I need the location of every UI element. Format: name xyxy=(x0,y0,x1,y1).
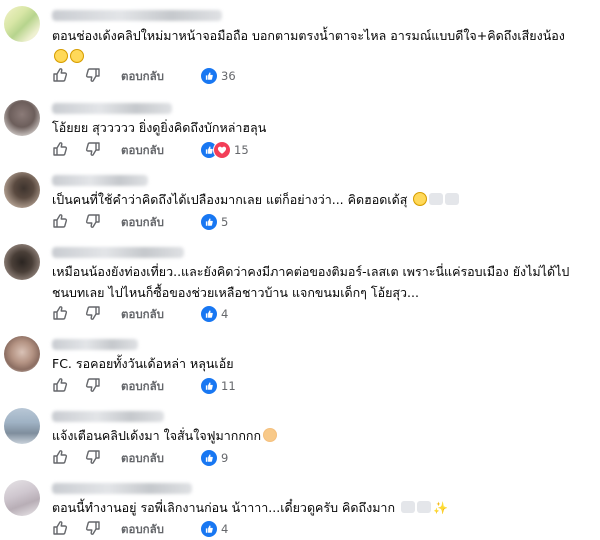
reaction-summary[interactable]: 4 xyxy=(200,519,229,538)
comment-text: ตอนนี้ทำงานอยู่ รอพี่เลิกงานก่อน น้าาาา.… xyxy=(52,497,592,519)
commenter-name-blurred[interactable] xyxy=(52,247,184,258)
like-reaction-icon xyxy=(200,66,218,85)
emoji-icon xyxy=(417,501,432,513)
comment-actions: ตอบกลับ 9 xyxy=(52,448,592,468)
comment-actions: ตอบกลับ 4 xyxy=(52,304,592,324)
avatar[interactable] xyxy=(4,336,40,372)
comment-actions: ตอบกลับ 11 xyxy=(52,376,592,396)
comment-text: แจ้งเตือนคลิปเด้งมา ใจสั่นใจฟูมากกกก xyxy=(52,425,592,446)
comment-item: FC. รอคอยทั้งวันเด้อหล่า หลุนเอ้ย ตอบกลั… xyxy=(0,326,600,398)
comment-body: แจ้งเตือนคลิปเด้งมา ใจสั่นใจฟูมากกกก xyxy=(52,428,262,443)
clapping-hands-emoji-icon xyxy=(263,428,278,442)
reply-button[interactable]: ตอบกลับ xyxy=(121,521,164,539)
comment-text: เหมือนน้องยังท่องเที่ยว..และยังคิดว่าคงม… xyxy=(52,261,592,303)
comment-actions: ตอบกลับ 4 xyxy=(52,519,592,539)
reaction-count: 36 xyxy=(221,68,236,83)
comment-body: เหมือนน้องยังท่องเที่ยว..และยังคิดว่าคงม… xyxy=(52,264,570,300)
reply-button[interactable]: ตอบกลับ xyxy=(121,450,164,468)
comment-item: แจ้งเตือนคลิปเด้งมา ใจสั่นใจฟูมากกกก ตอบ… xyxy=(0,398,600,470)
reply-button[interactable]: ตอบกลับ xyxy=(121,68,164,86)
emoji-icon xyxy=(401,501,416,513)
reaction-summary[interactable]: 5 xyxy=(200,212,229,231)
comment-text: ตอนช่องเด้งคลิปใหม่มาหน้าจอมือถือ บอกตาม… xyxy=(52,25,592,67)
sparkles-emoji-icon: ✨ xyxy=(433,501,448,515)
sad-face-emoji-icon xyxy=(54,49,68,63)
comment-actions: ตอบกลับ 36 xyxy=(52,66,592,86)
like-reaction-icon xyxy=(200,376,218,395)
love-reaction-icon xyxy=(213,140,231,159)
commenter-name-blurred[interactable] xyxy=(52,483,192,494)
comment-item: ตอนนี้ทำงานอยู่ รอพี่เลิกงานก่อน น้าาาา.… xyxy=(0,470,600,539)
emoji-icon xyxy=(445,193,460,205)
like-reaction-icon xyxy=(200,448,218,467)
thumbs-up-icon[interactable] xyxy=(52,141,68,157)
avatar[interactable] xyxy=(4,408,40,444)
thumbs-up-icon[interactable] xyxy=(52,449,68,465)
thumbs-down-icon[interactable] xyxy=(85,449,101,465)
sad-face-emoji-icon xyxy=(413,192,428,206)
reaction-summary[interactable]: 9 xyxy=(200,448,229,467)
comment-body: ตอนช่องเด้งคลิปใหม่มาหน้าจอมือถือ บอกตาม… xyxy=(52,28,565,43)
comment-actions: ตอบกลับ 15 xyxy=(52,140,592,160)
thumbs-down-icon[interactable] xyxy=(85,305,101,321)
comment-body: เป็นคนที่ใช้คำว่าคิดถึงได้เปลืองมากเลย แ… xyxy=(52,192,408,207)
reply-button[interactable]: ตอบกลับ xyxy=(121,378,164,396)
comment-text: FC. รอคอยทั้งวันเด้อหล่า หลุนเอ้ย xyxy=(52,353,592,374)
commenter-name-blurred[interactable] xyxy=(52,411,164,422)
like-reaction-icon xyxy=(200,519,218,538)
avatar[interactable] xyxy=(4,172,40,208)
thumbs-up-icon[interactable] xyxy=(52,67,68,83)
reaction-summary[interactable]: 11 xyxy=(200,376,236,395)
comment-body: ตอนนี้ทำงานอยู่ รอพี่เลิกงานก่อน น้าาาา.… xyxy=(52,500,396,515)
avatar[interactable] xyxy=(4,100,40,136)
reaction-count: 5 xyxy=(221,214,229,229)
reaction-count: 4 xyxy=(221,521,229,536)
comment-actions: ตอบกลับ 5 xyxy=(52,212,592,232)
thumbs-down-icon[interactable] xyxy=(85,520,101,536)
thumbs-up-icon[interactable] xyxy=(52,520,68,536)
comment-body: โอ้ยยย สุววววว ยิ่งดูยิ่งคิดถึงบักหล่าฮล… xyxy=(52,120,267,135)
comment-item: เหมือนน้องยังท่องเที่ยว..และยังคิดว่าคงม… xyxy=(0,234,600,326)
commenter-name-blurred[interactable] xyxy=(52,10,222,21)
avatar[interactable] xyxy=(4,244,40,280)
like-reaction-icon xyxy=(200,212,218,231)
reply-button[interactable]: ตอบกลับ xyxy=(121,214,164,232)
comment-item: เป็นคนที่ใช้คำว่าคิดถึงได้เปลืองมากเลย แ… xyxy=(0,162,600,234)
reply-button[interactable]: ตอบกลับ xyxy=(121,142,164,160)
reaction-count: 15 xyxy=(234,142,249,157)
reaction-count: 4 xyxy=(221,306,229,321)
comment-text: เป็นคนที่ใช้คำว่าคิดถึงได้เปลืองมากเลย แ… xyxy=(52,189,592,210)
thumbs-down-icon[interactable] xyxy=(85,377,101,393)
thumbs-down-icon[interactable] xyxy=(85,213,101,229)
emoji-icon xyxy=(429,193,444,205)
comment-item: โอ้ยยย สุววววว ยิ่งดูยิ่งคิดถึงบักหล่าฮล… xyxy=(0,90,600,162)
avatar[interactable] xyxy=(4,6,40,42)
reply-button[interactable]: ตอบกลับ xyxy=(121,306,164,324)
reaction-summary[interactable]: 36 xyxy=(200,66,236,85)
thumbs-up-icon[interactable] xyxy=(52,213,68,229)
reaction-summary[interactable]: 4 xyxy=(200,304,229,323)
thumbs-down-icon[interactable] xyxy=(85,141,101,157)
thumbs-up-icon[interactable] xyxy=(52,377,68,393)
comment-body: FC. รอคอยทั้งวันเด้อหล่า หลุนเอ้ย xyxy=(52,356,234,371)
commenter-name-blurred[interactable] xyxy=(52,103,172,114)
reaction-summary[interactable]: 15 xyxy=(200,140,249,159)
comment-item: ตอนช่องเด้งคลิปใหม่มาหน้าจอมือถือ บอกตาม… xyxy=(0,0,600,90)
commenter-name-blurred[interactable] xyxy=(52,175,148,186)
thumbs-down-icon[interactable] xyxy=(85,67,101,83)
commenter-name-blurred[interactable] xyxy=(52,339,138,350)
avatar[interactable] xyxy=(4,480,40,516)
like-reaction-icon xyxy=(200,304,218,323)
reaction-count: 9 xyxy=(221,450,229,465)
sad-face-emoji-icon xyxy=(70,49,84,63)
thumbs-up-icon[interactable] xyxy=(52,305,68,321)
reaction-count: 11 xyxy=(221,378,236,393)
comment-text: โอ้ยยย สุววววว ยิ่งดูยิ่งคิดถึงบักหล่าฮล… xyxy=(52,117,592,138)
